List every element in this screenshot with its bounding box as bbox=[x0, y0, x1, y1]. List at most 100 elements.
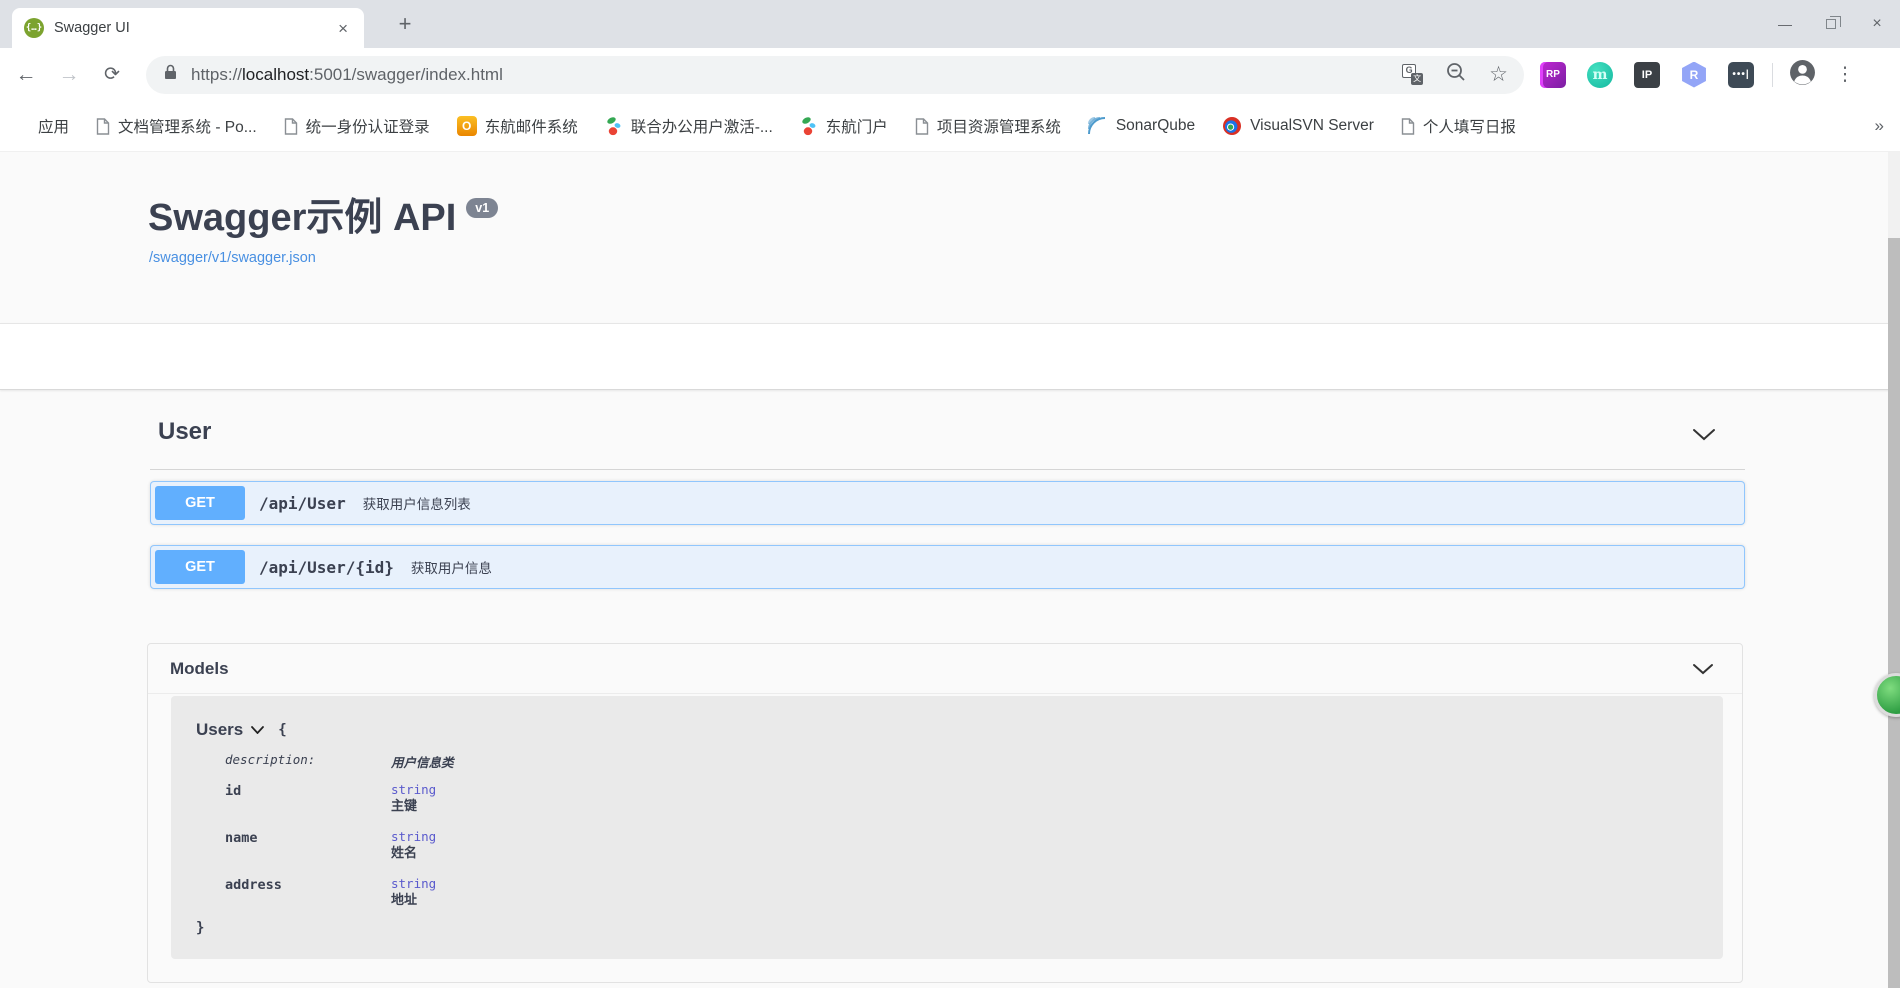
tab-close-icon[interactable]: × bbox=[334, 18, 352, 39]
description-label: description: bbox=[225, 752, 316, 767]
model-toggle-button[interactable] bbox=[251, 726, 265, 734]
sonarqube-icon bbox=[1087, 117, 1108, 135]
property-description: 主键 bbox=[391, 798, 418, 813]
spec-json-link[interactable]: /swagger/v1/swagger.json bbox=[149, 250, 316, 266]
users-model-header[interactable]: Users { bbox=[196, 720, 287, 740]
swagger-page: Swagger示例 API v1 /swagger/v1/swagger.json… bbox=[0, 152, 1900, 988]
visualsvn-icon bbox=[1222, 116, 1242, 136]
bookmark-daily-report[interactable]: 个人填写日报 bbox=[1401, 115, 1516, 137]
property-name: id bbox=[225, 783, 242, 799]
tab-strip: {…} Swagger UI × + — × bbox=[0, 0, 1900, 48]
browser-menu-icon[interactable]: ⋮ bbox=[1830, 65, 1860, 84]
models-title: Models bbox=[170, 658, 229, 678]
operation-get-users[interactable]: GET /api/User 获取用户信息列表 bbox=[150, 481, 1745, 525]
omnibox-icons: G文 ☆ bbox=[1402, 61, 1508, 88]
bookmark-identity-login[interactable]: 统一身份认证登录 bbox=[284, 115, 430, 137]
property-type: string bbox=[391, 782, 437, 797]
scrollbar-thumb[interactable] bbox=[1888, 238, 1900, 988]
bookmark-project-resource[interactable]: 项目资源管理系统 bbox=[915, 115, 1061, 137]
property-type: string bbox=[391, 829, 437, 844]
users-model-card: Users { description: 用户信息类 id string 主键 bbox=[171, 696, 1723, 959]
extensions-area: RP m IP R •••| bbox=[1540, 61, 1754, 88]
model-property-row: address string 地址 bbox=[225, 876, 1125, 907]
bookmark-sonarqube[interactable]: SonarQube bbox=[1087, 117, 1196, 135]
tab-title: Swagger UI bbox=[54, 20, 130, 36]
url-host: localhost bbox=[242, 64, 310, 84]
window-close-button[interactable]: × bbox=[1854, 0, 1900, 48]
browser-toolbar: ← → ⟳ https://localhost:5001/swagger/ind… bbox=[0, 48, 1900, 101]
page-scrollbar[interactable] bbox=[1888, 152, 1900, 988]
extension-r-icon[interactable]: R bbox=[1682, 61, 1706, 88]
translate-icon[interactable]: G文 bbox=[1402, 64, 1424, 85]
property-name: address bbox=[225, 877, 282, 893]
bookmarks-overflow-icon[interactable]: » bbox=[1875, 116, 1884, 136]
address-bar[interactable]: https://localhost:5001/swagger/index.htm… bbox=[146, 55, 1524, 94]
bookmark-mail-system[interactable]: O 东航邮件系统 bbox=[456, 115, 578, 137]
open-brace: { bbox=[278, 722, 287, 738]
close-brace: } bbox=[196, 920, 205, 936]
swagger-favicon-icon: {…} bbox=[24, 18, 44, 38]
method-badge-get: GET bbox=[155, 486, 245, 520]
models-collapse-button[interactable] bbox=[1692, 662, 1714, 680]
extension-ip-icon[interactable]: IP bbox=[1634, 61, 1660, 88]
profile-avatar[interactable] bbox=[1789, 59, 1816, 91]
operation-summary: 获取用户信息列表 bbox=[362, 497, 471, 512]
forward-button[interactable]: → bbox=[52, 58, 86, 92]
window-minimize-button[interactable]: — bbox=[1762, 0, 1808, 48]
new-tab-button[interactable]: + bbox=[392, 12, 418, 38]
extension-password-icon[interactable]: •••| bbox=[1728, 61, 1754, 88]
back-button[interactable]: ← bbox=[9, 58, 43, 92]
zoom-out-icon[interactable] bbox=[1445, 61, 1467, 88]
page-icon bbox=[284, 117, 298, 135]
operation-path: /api/User/{id} bbox=[259, 557, 394, 577]
bookmark-office-activation[interactable]: 联合办公用户激活-... bbox=[605, 115, 773, 137]
chevron-down-icon bbox=[1693, 664, 1713, 675]
colorful-logo-icon bbox=[800, 116, 818, 136]
bookmark-label: 应用 bbox=[38, 119, 70, 136]
property-type: string bbox=[391, 876, 437, 891]
bookmark-label: 东航邮件系统 bbox=[484, 119, 578, 136]
reload-button[interactable]: ⟳ bbox=[95, 58, 129, 92]
bookmark-label: 个人填写日报 bbox=[1422, 119, 1516, 136]
property-description: 地址 bbox=[391, 892, 418, 907]
models-header[interactable]: Models bbox=[148, 644, 1742, 694]
browser-tab[interactable]: {…} Swagger UI × bbox=[12, 8, 364, 48]
window-restore-button[interactable] bbox=[1808, 0, 1854, 48]
extension-m-icon[interactable]: m bbox=[1587, 61, 1613, 88]
floating-assistant-ball[interactable] bbox=[1874, 673, 1900, 717]
method-badge-get: GET bbox=[155, 550, 245, 584]
operation-path: /api/User bbox=[259, 493, 346, 513]
page-icon bbox=[1401, 117, 1415, 135]
page-icon bbox=[96, 117, 110, 135]
page-icon bbox=[915, 117, 929, 135]
bookmark-label: VisualSVN Server bbox=[1250, 117, 1374, 134]
operation-get-user-by-id[interactable]: GET /api/User/{id} 获取用户信息 bbox=[150, 545, 1745, 589]
version-badge: v1 bbox=[466, 198, 499, 218]
tag-user-collapse-button[interactable] bbox=[1692, 428, 1716, 446]
lock-icon[interactable] bbox=[164, 64, 177, 85]
bookmark-apps[interactable]: 应用 bbox=[14, 115, 69, 137]
swagger-favicon-glyph: {…} bbox=[25, 23, 43, 33]
model-name: Users bbox=[196, 720, 244, 739]
bookmark-portal[interactable]: 东航门户 bbox=[800, 115, 888, 137]
bookmark-doc-system[interactable]: 文档管理系统 - Po... bbox=[96, 115, 257, 137]
property-description: 姓名 bbox=[391, 845, 418, 860]
restore-icon bbox=[1826, 15, 1841, 29]
orange-o-icon: O bbox=[456, 116, 477, 136]
model-property-row: id string 主键 bbox=[225, 782, 1125, 813]
operation-summary: 获取用户信息 bbox=[410, 561, 492, 576]
url-scheme: https:// bbox=[191, 64, 243, 84]
extension-rp-icon[interactable]: RP bbox=[1540, 61, 1566, 88]
bookmark-label: SonarQube bbox=[1115, 117, 1196, 134]
tag-user-heading[interactable]: User bbox=[158, 418, 211, 446]
property-name: name bbox=[225, 830, 258, 846]
bookmark-star-icon[interactable]: ☆ bbox=[1489, 64, 1508, 85]
api-title: Swagger示例 API v1 bbox=[148, 186, 499, 241]
bookmark-visualsvn[interactable]: VisualSVN Server bbox=[1222, 116, 1374, 136]
bookmark-label: 联合办公用户激活-... bbox=[630, 119, 773, 136]
url-text[interactable]: https://localhost:5001/swagger/index.htm… bbox=[191, 65, 1402, 85]
bookmark-label: 东航门户 bbox=[825, 119, 888, 136]
api-title-text: Swagger示例 API bbox=[148, 197, 457, 239]
bookmarks-bar: 应用 文档管理系统 - Po... 统一身份认证登录 O 东航邮件系统 联合办公… bbox=[0, 101, 1900, 152]
translate-wen: 文 bbox=[1411, 73, 1424, 85]
